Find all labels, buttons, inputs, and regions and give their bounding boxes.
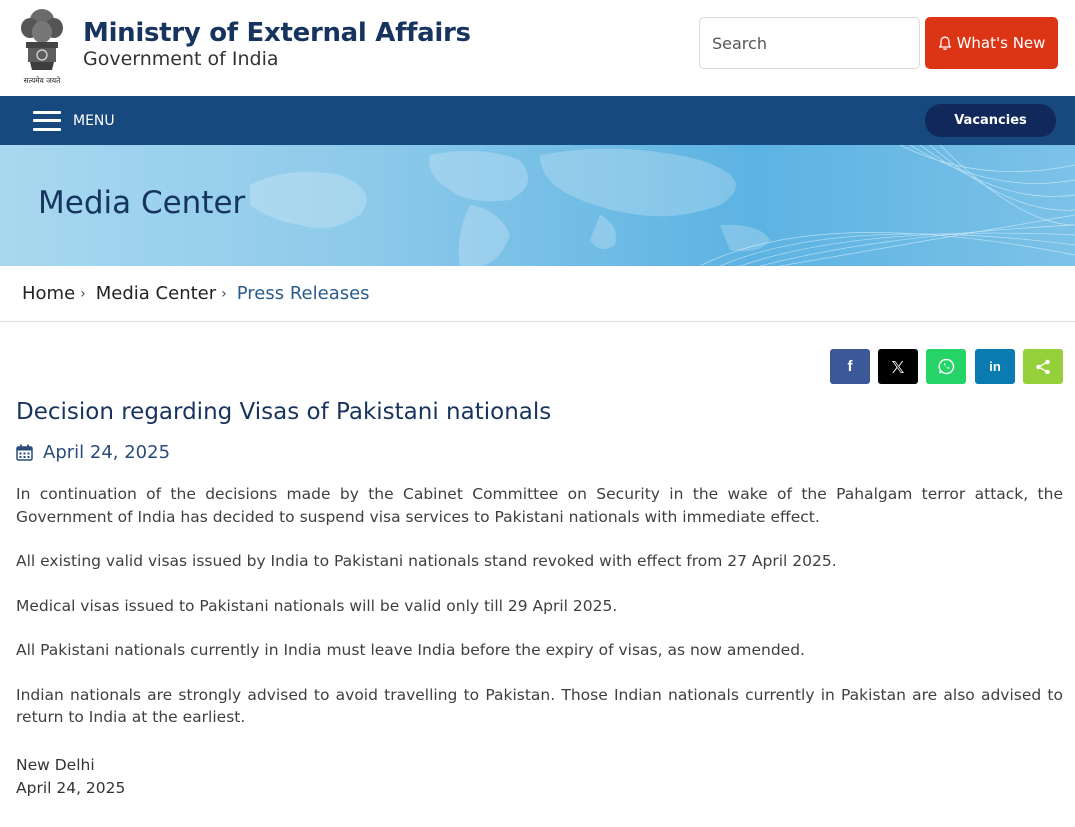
bell-icon xyxy=(938,36,951,50)
vacancies-button[interactable]: Vacancies xyxy=(925,104,1056,137)
breadcrumb: Home › Media Center › Press Releases xyxy=(0,266,1075,322)
breadcrumb-media-center[interactable]: Media Center xyxy=(96,283,216,304)
menu-button[interactable]: MENU xyxy=(33,96,115,145)
article-date-text: April 24, 2025 xyxy=(43,442,171,463)
article-date: April 24, 2025 xyxy=(16,442,170,463)
main-nav-bar: MENU Vacancies xyxy=(0,96,1075,145)
article-paragraph: Indian nationals are strongly advised to… xyxy=(16,685,1063,727)
article-paragraph: Medical visas issued to Pakistani nation… xyxy=(16,596,618,615)
breadcrumb-separator: › xyxy=(80,285,86,302)
facebook-icon: f xyxy=(847,358,853,375)
search-input[interactable] xyxy=(700,18,919,68)
article-paragraph: All existing valid visas issued by India… xyxy=(16,552,837,570)
national-emblem-logo[interactable]: सत्यमेव जयते xyxy=(16,6,68,86)
x-twitter-share-button[interactable] xyxy=(878,349,918,384)
share-icon xyxy=(1036,359,1050,374)
whats-new-button[interactable]: What's New xyxy=(925,17,1058,69)
generic-share-button[interactable] xyxy=(1023,349,1063,384)
breadcrumb-press-releases[interactable]: Press Releases xyxy=(237,283,370,304)
calendar-icon xyxy=(16,444,33,461)
article-place: New Delhi xyxy=(16,756,95,774)
hamburger-icon xyxy=(33,110,61,131)
article-sign-date: April 24, 2025 xyxy=(16,779,126,797)
article-title: Decision regarding Visas of Pakistani na… xyxy=(16,399,552,425)
whatsapp-icon xyxy=(938,358,954,375)
article-paragraph: All Pakistani nationals currently in Ind… xyxy=(16,641,805,659)
whatsapp-share-button[interactable] xyxy=(926,349,966,384)
site-subtitle: Government of India xyxy=(83,48,279,70)
facebook-share-button[interactable]: f xyxy=(830,349,870,384)
article-paragraph: In continuation of the decisions made by… xyxy=(16,485,1063,526)
site-title[interactable]: Ministry of External Affairs xyxy=(83,18,471,48)
x-twitter-icon xyxy=(892,360,904,373)
breadcrumb-separator: › xyxy=(221,285,227,302)
article-body: In continuation of the decisions made by… xyxy=(16,483,1063,729)
whats-new-label: What's New xyxy=(956,34,1046,52)
site-header: सत्यमेव जयते Ministry of External Affair… xyxy=(0,0,1075,96)
linkedin-icon: in xyxy=(989,359,1001,374)
page-banner-title: Media Center xyxy=(38,185,246,221)
emblem-caption: सत्यमेव जयते xyxy=(24,76,62,85)
menu-label: MENU xyxy=(73,112,115,129)
page-banner: Media Center xyxy=(0,145,1075,266)
search-box xyxy=(699,17,920,69)
breadcrumb-home[interactable]: Home xyxy=(22,283,75,304)
linkedin-share-button[interactable]: in xyxy=(975,349,1015,384)
